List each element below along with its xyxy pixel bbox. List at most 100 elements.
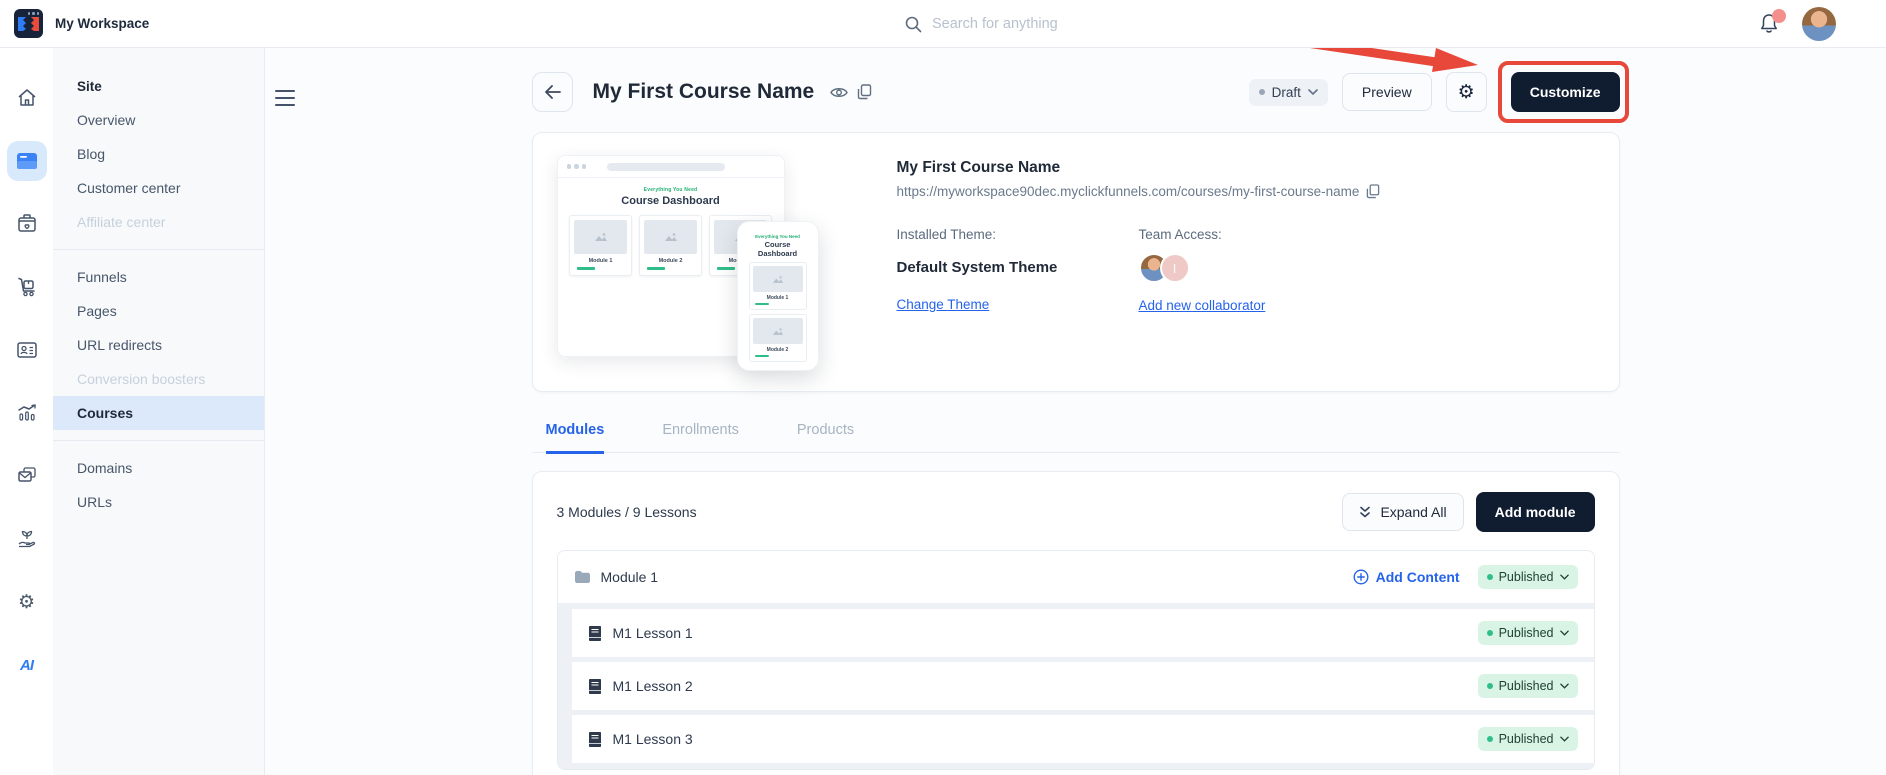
add-collaborator-link[interactable]: Add new collaborator <box>1139 298 1266 313</box>
published-dot <box>1486 683 1493 689</box>
topbar: My Workspace Search for anything <box>0 0 1886 48</box>
rail-analytics-icon[interactable] <box>7 393 47 433</box>
user-avatar[interactable] <box>1802 6 1836 41</box>
sidebar-item-customer-center[interactable]: Customer center <box>53 171 264 205</box>
rail-contacts-icon[interactable] <box>7 330 47 370</box>
lesson-row[interactable]: M1 Lesson 1 Published <box>571 609 1594 657</box>
modules-summary: 3 Modules / 9 Lessons <box>556 504 697 520</box>
plus-circle-icon <box>1353 569 1369 585</box>
sidebar-item-domains[interactable]: Domains <box>53 451 264 485</box>
back-button[interactable] <box>531 72 573 112</box>
status-label: Draft <box>1271 84 1301 100</box>
lesson-name: M1 Lesson 2 <box>612 678 693 694</box>
sidebar-item-funnels[interactable]: Funnels <box>53 260 264 294</box>
change-theme-link[interactable]: Change Theme <box>897 297 990 312</box>
tab-enrollments[interactable]: Enrollments <box>662 422 739 454</box>
module-box: Module 1 Add Content Published M1 Lesson… <box>556 550 1595 770</box>
lesson-status-dropdown[interactable]: Published <box>1477 674 1578 698</box>
tab-products[interactable]: Products <box>797 422 854 454</box>
copy-title-icon[interactable] <box>857 84 872 100</box>
installed-theme-label: Installed Theme: <box>896 227 997 242</box>
lesson-book-icon <box>588 678 601 694</box>
rail-settings-icon[interactable]: ⚙ <box>7 582 47 622</box>
sidebar-item-url-redirects[interactable]: URL redirects <box>53 328 264 362</box>
course-tabs: Modules Enrollments Products <box>531 422 1620 454</box>
add-content-button[interactable]: Add Content <box>1353 569 1460 585</box>
lesson-name: M1 Lesson 3 <box>612 731 693 747</box>
menu-divider <box>53 249 264 250</box>
collapse-sidebar-button[interactable] <box>275 90 295 106</box>
customize-button[interactable]: Customize <box>1510 72 1620 112</box>
sidebar-item-conversion-boosters: Conversion boosters <box>77 371 206 387</box>
thumb-title: Course Dashboard <box>621 195 720 207</box>
sidebar-section-site: Site <box>77 79 102 94</box>
clickfunnels-logo-icon[interactable] <box>14 9 43 38</box>
rail-ai-icon[interactable]: AI <box>7 645 47 685</box>
module-row[interactable]: Module 1 Add Content Published <box>557 551 1594 603</box>
page-title: My First Course Name <box>592 80 815 103</box>
arrow-left-icon <box>544 85 561 99</box>
search-placeholder: Search for anything <box>932 16 1058 32</box>
course-summary-card: Everything You Need Course Dashboard Mod… <box>531 132 1620 392</box>
page-header: My First Course Name Draft Preview ⚙ Cus… <box>531 48 1629 123</box>
double-chevron-down-icon <box>1360 506 1371 517</box>
status-dot <box>1258 89 1265 95</box>
menu-divider <box>53 440 264 441</box>
course-url[interactable]: https://myworkspace90dec.myclickfunnels.… <box>897 184 1360 199</box>
settings-button[interactable]: ⚙ <box>1445 72 1487 112</box>
published-dot <box>1486 574 1493 580</box>
gear-icon: ⚙ <box>1457 81 1475 103</box>
published-dot <box>1486 630 1493 636</box>
thumbnail-phone-mockup: Everything You Need Course Dashboard Mod… <box>736 221 819 371</box>
main-area: My First Course Name Draft Preview ⚙ Cus… <box>265 48 1886 775</box>
rail-products-icon[interactable] <box>7 204 47 244</box>
rail-orders-icon[interactable] <box>7 267 47 307</box>
lesson-book-icon <box>588 731 601 747</box>
rail-marketing-icon[interactable] <box>7 456 47 496</box>
thumb-eyebrow: Everything You Need <box>643 187 698 193</box>
status-dropdown[interactable]: Draft <box>1248 78 1328 106</box>
icon-rail: ⚙ AI <box>0 48 53 775</box>
sidebar-menu: Site Overview Blog Customer center Affil… <box>53 48 265 775</box>
modules-panel: 3 Modules / 9 Lessons Expand All Add mod… <box>531 471 1620 775</box>
theme-name: Default System Theme <box>896 259 1058 276</box>
rail-site-icon[interactable] <box>6 141 47 181</box>
notification-dot <box>1772 8 1786 23</box>
view-icon[interactable] <box>830 86 849 99</box>
lesson-name: M1 Lesson 1 <box>612 625 693 641</box>
rail-growth-icon[interactable] <box>7 519 47 559</box>
lesson-row[interactable]: M1 Lesson 2 Published <box>571 662 1594 710</box>
lesson-status-dropdown[interactable]: Published <box>1477 621 1578 645</box>
sidebar-item-overview[interactable]: Overview <box>53 103 264 137</box>
collaborator-avatar[interactable]: I <box>1159 253 1190 283</box>
chevron-down-icon <box>1559 683 1569 689</box>
sidebar-item-urls[interactable]: URLs <box>53 485 264 519</box>
copy-url-icon[interactable] <box>1366 184 1380 199</box>
lessons-list: M1 Lesson 1 Published M1 Lesson 2 Publis… <box>557 603 1594 769</box>
notifications-button[interactable] <box>1758 8 1786 36</box>
course-name: My First Course Name <box>896 159 1061 176</box>
chevron-down-icon <box>1559 736 1569 742</box>
module-name: Module 1 <box>600 569 659 585</box>
sidebar-item-pages[interactable]: Pages <box>53 294 264 328</box>
thumb-module-card: Module 2 <box>639 215 702 276</box>
chevron-down-icon <box>1559 574 1569 580</box>
rail-home-icon[interactable] <box>7 78 47 118</box>
chevron-down-icon <box>1308 89 1318 95</box>
chevron-down-icon <box>1559 630 1569 636</box>
sidebar-item-courses[interactable]: Courses <box>53 396 264 430</box>
published-dot <box>1486 736 1493 742</box>
global-search[interactable]: Search for anything <box>905 0 1058 48</box>
folder-icon <box>574 571 590 583</box>
lesson-row[interactable]: M1 Lesson 3 Published <box>571 715 1594 763</box>
search-icon <box>905 16 922 32</box>
lesson-status-dropdown[interactable]: Published <box>1477 727 1578 751</box>
sidebar-item-blog[interactable]: Blog <box>53 137 264 171</box>
tab-modules[interactable]: Modules <box>545 422 605 454</box>
preview-button[interactable]: Preview <box>1341 73 1432 111</box>
sidebar-item-affiliate-center: Affiliate center <box>77 214 166 230</box>
team-access-label: Team Access: <box>1138 227 1222 242</box>
module-status-dropdown[interactable]: Published <box>1477 565 1578 589</box>
add-module-button[interactable]: Add module <box>1475 492 1595 532</box>
expand-all-button[interactable]: Expand All <box>1342 493 1464 531</box>
